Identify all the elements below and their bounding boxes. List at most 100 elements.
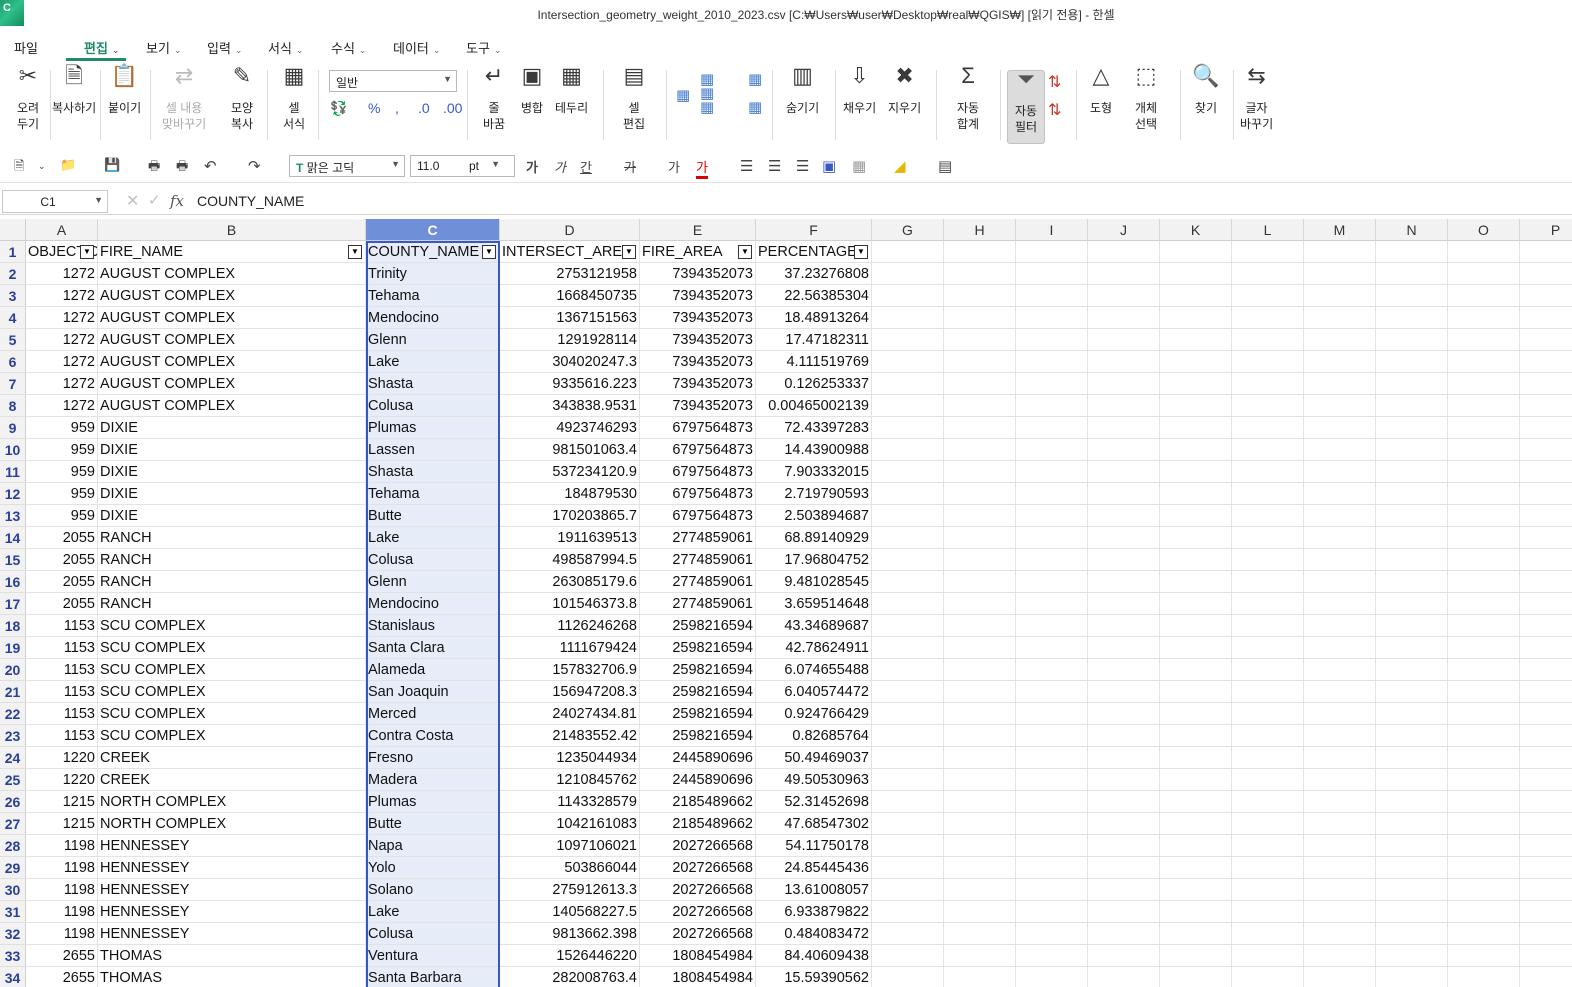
- table-cell[interactable]: 2027266568: [640, 879, 756, 901]
- empty-cell[interactable]: [1448, 637, 1520, 659]
- empty-cell[interactable]: [944, 659, 1016, 681]
- row-header[interactable]: 21: [0, 681, 26, 703]
- empty-cell[interactable]: [1304, 395, 1376, 417]
- empty-cell[interactable]: [1016, 637, 1088, 659]
- empty-cell[interactable]: [1232, 483, 1304, 505]
- table-cell[interactable]: San Joaquin: [366, 681, 500, 703]
- menu-item[interactable]: 입력 ⌄: [207, 38, 242, 57]
- empty-cell[interactable]: [1088, 461, 1160, 483]
- table-cell[interactable]: SCU COMPLEX: [98, 637, 366, 659]
- empty-cell[interactable]: [1448, 659, 1520, 681]
- empty-cell[interactable]: [944, 835, 1016, 857]
- table-cell[interactable]: RANCH: [98, 549, 366, 571]
- border-icon[interactable]: ▦: [852, 157, 866, 175]
- table-cell[interactable]: 9.481028545: [756, 571, 872, 593]
- table-cell[interactable]: 7394352073: [640, 395, 756, 417]
- table-cell[interactable]: 7394352073: [640, 373, 756, 395]
- table-cell[interactable]: Tehama: [366, 483, 500, 505]
- empty-cell[interactable]: [1016, 681, 1088, 703]
- empty-cell[interactable]: [1520, 285, 1572, 307]
- table-cell[interactable]: 1215: [26, 813, 98, 835]
- text-effect-button[interactable]: 가: [668, 157, 680, 176]
- header-cell[interactable]: OBJECTID ▼: [26, 241, 98, 263]
- empty-cell[interactable]: [1016, 659, 1088, 681]
- empty-cell[interactable]: [1520, 791, 1572, 813]
- empty-cell[interactable]: [1448, 945, 1520, 967]
- table-cell[interactable]: 1198: [26, 835, 98, 857]
- line-style-icon[interactable]: ▤: [938, 157, 952, 175]
- empty-cell[interactable]: [872, 527, 944, 549]
- empty-cell[interactable]: [1088, 791, 1160, 813]
- empty-cell[interactable]: [872, 373, 944, 395]
- table-cell[interactable]: 1235044934: [500, 747, 640, 769]
- filter-dropdown-icon[interactable]: ▼: [482, 245, 496, 259]
- font-name-select[interactable]: T 맑은 고딕 ▼: [289, 155, 405, 177]
- empty-cell[interactable]: [872, 967, 944, 987]
- table-cell[interactable]: Shasta: [366, 373, 500, 395]
- empty-cell[interactable]: [944, 527, 1016, 549]
- empty-cell[interactable]: [1232, 681, 1304, 703]
- empty-cell[interactable]: [1016, 747, 1088, 769]
- empty-cell[interactable]: [1088, 329, 1160, 351]
- table-cell[interactable]: THOMAS: [98, 945, 366, 967]
- redo-icon[interactable]: ↷: [248, 157, 261, 175]
- open-folder-icon[interactable]: 📁: [60, 157, 76, 173]
- empty-cell[interactable]: [944, 351, 1016, 373]
- empty-cell[interactable]: [1376, 681, 1448, 703]
- table-cell[interactable]: 52.31452698: [756, 791, 872, 813]
- empty-cell[interactable]: [1160, 285, 1232, 307]
- table-cell[interactable]: 157832706.9: [500, 659, 640, 681]
- row-header[interactable]: 20: [0, 659, 26, 681]
- empty-cell[interactable]: [1160, 615, 1232, 637]
- merge-center-icon[interactable]: ▣: [822, 157, 836, 175]
- empty-cell[interactable]: [1376, 835, 1448, 857]
- empty-cell[interactable]: [1016, 373, 1088, 395]
- table-cell[interactable]: 1198: [26, 923, 98, 945]
- empty-cell[interactable]: [1376, 285, 1448, 307]
- table-cell[interactable]: 22.56385304: [756, 285, 872, 307]
- percent-icon[interactable]: %: [368, 100, 380, 116]
- cell-edit-button[interactable]: ▤ 셀 편집: [620, 65, 648, 132]
- empty-cell[interactable]: [944, 901, 1016, 923]
- empty-cell[interactable]: [1304, 527, 1376, 549]
- undo-icon[interactable]: ↶: [204, 157, 217, 175]
- table-cell[interactable]: 84.40609438: [756, 945, 872, 967]
- empty-cell[interactable]: [1304, 945, 1376, 967]
- empty-cell[interactable]: [1520, 637, 1572, 659]
- row-header[interactable]: 33: [0, 945, 26, 967]
- empty-cell[interactable]: [872, 329, 944, 351]
- column-header-a[interactable]: A: [26, 219, 98, 241]
- empty-cell[interactable]: [1160, 549, 1232, 571]
- table-cell[interactable]: 1291928114: [500, 329, 640, 351]
- empty-cell[interactable]: [872, 681, 944, 703]
- empty-cell[interactable]: [872, 505, 944, 527]
- empty-cell[interactable]: [944, 483, 1016, 505]
- empty-cell[interactable]: [1016, 351, 1088, 373]
- select-obj-button[interactable]: ⬚ 개체 선택: [1132, 65, 1160, 132]
- row-header[interactable]: 7: [0, 373, 26, 395]
- table-cell[interactable]: 1911639513: [500, 527, 640, 549]
- empty-cell[interactable]: [1160, 835, 1232, 857]
- empty-cell[interactable]: [1376, 483, 1448, 505]
- header-cell[interactable]: COUNTY_NAME ▼: [366, 241, 500, 263]
- cancel-icon[interactable]: ✕: [126, 191, 139, 211]
- empty-cell[interactable]: [1376, 351, 1448, 373]
- empty-cell[interactable]: [1448, 769, 1520, 791]
- row-header[interactable]: 23: [0, 725, 26, 747]
- empty-cell[interactable]: [1088, 835, 1160, 857]
- empty-cell[interactable]: [1088, 923, 1160, 945]
- empty-cell[interactable]: [1016, 945, 1088, 967]
- table-cell[interactable]: 1272: [26, 263, 98, 285]
- empty-cell[interactable]: [1088, 725, 1160, 747]
- empty-cell[interactable]: [1376, 747, 1448, 769]
- empty-cell[interactable]: [872, 835, 944, 857]
- empty-cell[interactable]: [1232, 549, 1304, 571]
- row-header[interactable]: 5: [0, 329, 26, 351]
- strikethrough-button[interactable]: 가: [624, 157, 636, 176]
- empty-cell[interactable]: [1376, 857, 1448, 879]
- header-cell[interactable]: INTERSECT_AREA ▼: [500, 241, 640, 263]
- empty-cell[interactable]: [1304, 659, 1376, 681]
- empty-cell[interactable]: [1304, 791, 1376, 813]
- table-cell[interactable]: 959: [26, 439, 98, 461]
- table-cell[interactable]: DIXIE: [98, 505, 366, 527]
